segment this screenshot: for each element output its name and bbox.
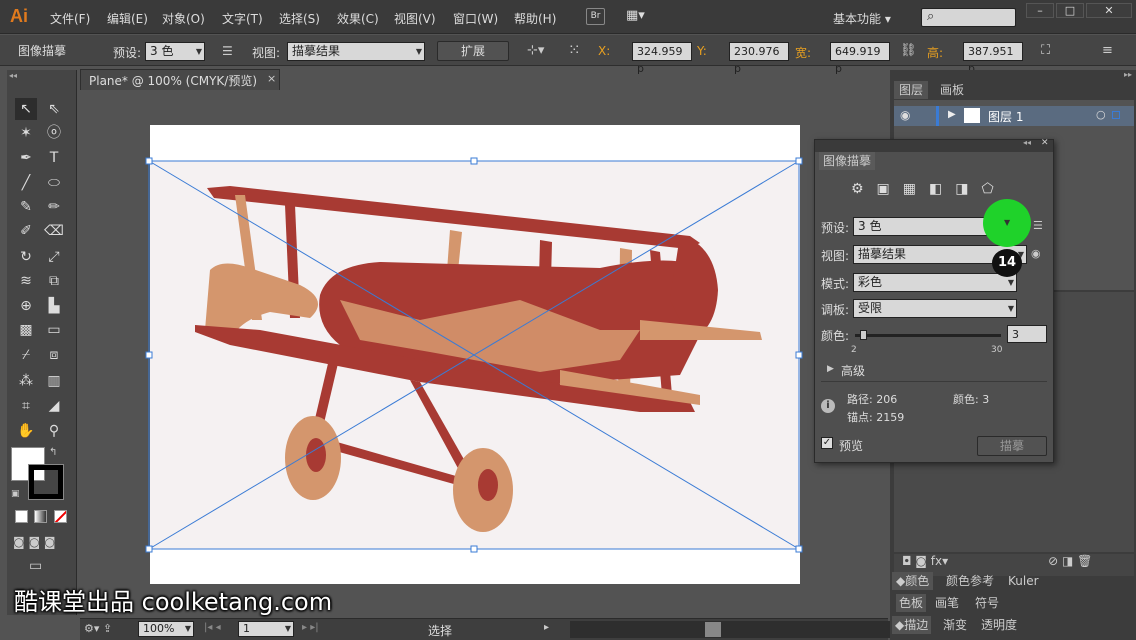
tab-swatches[interactable]: 色板 bbox=[896, 594, 927, 612]
status-icons[interactable]: ⚙▾ ⇪ bbox=[84, 622, 112, 635]
next-last-artboard-icons[interactable]: ▸ ▸| bbox=[302, 622, 319, 633]
step-badge: 14 bbox=[992, 249, 1022, 277]
trace-panel-title: 图像描摹 bbox=[819, 152, 876, 170]
zoom-dropdown[interactable]: 100% bbox=[138, 621, 194, 637]
eye-icon[interactable]: ◉ bbox=[900, 108, 910, 122]
target-icon[interactable]: ○ bbox=[1096, 108, 1106, 121]
tab-brushes[interactable]: 画笔 bbox=[932, 594, 962, 612]
trace-mode-dropdown[interactable]: 彩色 bbox=[853, 273, 1017, 292]
layer-name[interactable]: 图层 1 bbox=[988, 108, 1023, 125]
trace-mode-label: 模式: bbox=[821, 277, 850, 291]
tab-stroke[interactable]: ◆描边 bbox=[892, 616, 932, 634]
layer-thumbnail bbox=[964, 108, 980, 123]
info-icon: i bbox=[821, 399, 835, 413]
slider-min: 2 bbox=[851, 345, 857, 355]
status-bar: ⚙▾ ⇪ 100% |◂ ◂ 1 ▸ ▸| 选择 ▸ bbox=[80, 618, 890, 640]
artboard-number-dropdown[interactable]: 1 bbox=[238, 621, 294, 637]
trace-preset-label: 预设: bbox=[821, 221, 850, 235]
layer-row[interactable]: ◉ ▶ 图层 1 ○ bbox=[894, 106, 1134, 126]
close-panel-icon[interactable]: ✕ bbox=[1041, 138, 1049, 148]
current-tool-status: 选择 bbox=[428, 624, 453, 638]
colors-count: 颜色: 3 bbox=[953, 393, 990, 406]
collapse-panel-icon[interactable]: ◂◂ bbox=[1023, 138, 1031, 147]
watermark: 酷课堂出品 coolketang.com bbox=[14, 588, 333, 616]
tab-color[interactable]: ◆颜色 bbox=[892, 572, 934, 590]
colors-slider[interactable] bbox=[855, 330, 1001, 340]
preset-dropdown-arrow-icon[interactable]: ▼ bbox=[1004, 218, 1010, 227]
slider-max: 30 bbox=[991, 345, 1003, 355]
trace-button[interactable]: 描摹 bbox=[977, 436, 1047, 456]
advanced-label[interactable]: 高级 bbox=[841, 362, 865, 379]
horizontal-scrollbar[interactable] bbox=[570, 621, 890, 638]
advanced-disclosure-icon[interactable]: ▶ bbox=[827, 364, 834, 374]
preview-label: 预览 bbox=[839, 439, 864, 453]
colors-field[interactable]: 3 bbox=[1007, 325, 1047, 343]
image-trace-panel: ◂◂ ✕ 图像描摹 ⚙▣▦◧◨⬠ 预设: 3 色 ☰ 视图: 描摹结果 ◉ 模式… bbox=[814, 138, 1054, 463]
layer-color-bar bbox=[936, 106, 939, 126]
expand-layer-icon[interactable]: ▶ bbox=[948, 109, 956, 120]
tab-artboards[interactable]: 画板 bbox=[935, 81, 969, 99]
panel-header[interactable]: ◂◂ ✕ bbox=[815, 138, 1053, 152]
dock-collapse-icon[interactable]: ▸▸ bbox=[890, 70, 1136, 80]
tab-color-guide[interactable]: 颜色参考 bbox=[942, 572, 998, 590]
first-prev-artboard-icons[interactable]: |◂ ◂ bbox=[204, 622, 221, 633]
preview-checkbox[interactable]: ✓ bbox=[821, 437, 833, 449]
paths-count: 路径: 206 bbox=[847, 393, 898, 406]
tab-symbols[interactable]: 符号 bbox=[972, 594, 1002, 612]
tab-transparency[interactable]: 透明度 bbox=[978, 616, 1020, 634]
trace-palette-dropdown[interactable]: 受限 bbox=[853, 299, 1017, 318]
tab-layers[interactable]: 图层 bbox=[894, 81, 929, 99]
preset-menu-icon[interactable]: ☰ bbox=[1033, 219, 1043, 232]
preset-shortcut-icons[interactable]: ⚙▣▦◧◨⬠ bbox=[851, 181, 1007, 197]
trace-colors-label: 颜色: bbox=[821, 329, 850, 343]
anchors-count: 锚点: 2159 bbox=[847, 411, 905, 424]
colors-slider-thumb[interactable] bbox=[860, 330, 867, 340]
trace-palette-label: 调板: bbox=[821, 303, 850, 317]
status-menu-icon[interactable]: ▸ bbox=[544, 622, 549, 633]
scrollbar-thumb[interactable] bbox=[705, 622, 721, 637]
selection-indicator-icon[interactable] bbox=[1112, 111, 1120, 119]
tab-kuler[interactable]: Kuler bbox=[1004, 572, 1043, 590]
view-eye-icon[interactable]: ◉ bbox=[1031, 247, 1041, 260]
tab-gradient[interactable]: 渐变 bbox=[940, 616, 970, 634]
divider bbox=[821, 381, 1047, 382]
trace-view-label: 视图: bbox=[821, 249, 850, 263]
